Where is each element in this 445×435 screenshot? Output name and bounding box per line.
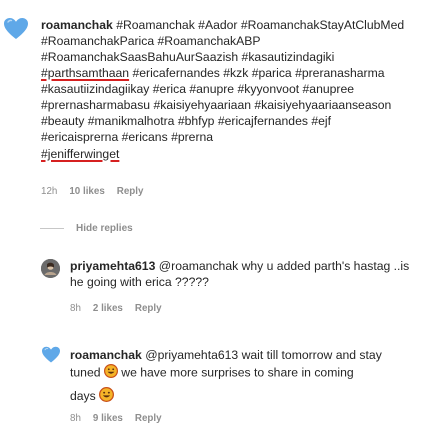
comment-text-line: #ericaisprerna #ericans #prerna [41,130,214,144]
comment-text-line: #RoamanchakParica #RoamanchakABP [41,34,261,48]
avatar-photo-icon[interactable] [41,259,60,278]
hide-replies-label: Hide replies [76,223,133,234]
reply-timestamp: 8h [70,303,81,314]
grinning-face-emoji-icon [99,386,115,407]
comment-likes[interactable]: 10 likes [69,186,104,197]
hide-replies-button[interactable]: Hide replies [40,223,133,234]
hide-replies-line [40,228,64,229]
comment-text-line: #Roamanchak #Aador #RoamanchakStayAtClub… [116,18,405,32]
comment-text-line: #ericafernandes #kzk #parica #preranasha… [129,66,385,80]
reply-likes[interactable]: 2 likes [93,303,123,314]
reply-username[interactable]: priyamehta613 [70,259,155,273]
main-comment-meta: 12h 10 likes Reply [41,186,143,197]
reply-text-line: days [70,389,100,404]
reply-meta: 8h 2 likes Reply [70,303,162,314]
grinning-face-emoji-icon [103,363,118,383]
comment-text-line: #kasautiizindagiikay #erica #anupre #kyy… [41,82,355,96]
reply-text-line: he going with erica ????? [70,275,209,289]
comment-text-line: #prernasharmabasu #kaisiyehyaariaan #kai… [41,98,392,112]
reply-button[interactable]: Reply [135,413,162,424]
comment-text-line: #beauty #manikmalhotra #bhfyp #ericajfer… [41,114,331,128]
reply-text: roamanchak @priyamehta613 wait till tomo… [70,347,442,407]
blue-heart-icon[interactable] [3,16,29,42]
reply-text-line: @roamanchak why u added parth's hastag .… [155,259,410,273]
blue-heart-icon[interactable] [41,345,61,365]
reply-button[interactable]: Reply [135,303,162,314]
reply-likes[interactable]: 9 likes [93,413,123,424]
reply-meta: 8h 9 likes Reply [70,413,162,424]
reply-text-line: we have more surprises to share in comin… [117,365,354,380]
hashtag-jeniffer-winget[interactable]: #jeniffer­winget [41,147,119,161]
reply-button[interactable]: Reply [117,186,144,197]
reply-timestamp: 8h [70,413,81,424]
comment-text-line: #RoamanchakSaasBahuAurSaazish #kasautizi… [41,50,335,64]
main-comment-text: roamanchak #Roamanchak #Aador #Roamancha… [41,17,441,162]
reply-username[interactable]: roamanchak [70,348,142,362]
reply-text: priyamehta613 @roamanchak why u added pa… [70,258,442,290]
comment-username[interactable]: roamanchak [41,18,113,32]
hashtag-parthsamthaan[interactable]: #parthsamthaan [41,66,129,80]
comment-timestamp: 12h [41,186,58,197]
reply-text-line: @priyamehta613 wait till tomorrow and st… [141,348,382,362]
reply-text-line: tuned [70,365,104,380]
